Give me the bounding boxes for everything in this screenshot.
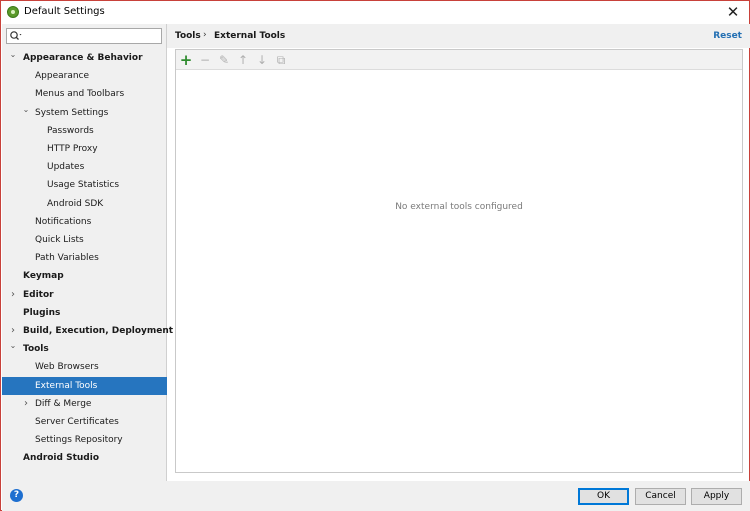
sidebar-item[interactable]: ⌄ System Settings xyxy=(2,104,167,122)
sidebar-item[interactable]: Quick Lists xyxy=(2,231,167,249)
search-input[interactable] xyxy=(6,28,162,44)
sidebar-item-label: Keymap xyxy=(23,271,64,282)
sidebar-item[interactable]: Web Browsers xyxy=(2,358,167,376)
sidebar-item-label: Menus and Toolbars xyxy=(35,89,125,100)
empty-state-text: No external tools configured xyxy=(395,202,523,212)
ok-button[interactable]: OK xyxy=(578,488,629,505)
title-bar: Default Settings ✕ xyxy=(1,1,749,24)
tools-toolbar: + − ✎ ↑ ↓ ⧉ xyxy=(176,50,742,70)
apply-button[interactable]: Apply xyxy=(691,488,742,505)
sidebar-item[interactable]: Updates xyxy=(2,158,167,176)
chevron-down-icon[interactable]: ⌄ xyxy=(21,101,31,119)
sidebar-item[interactable]: Appearance xyxy=(2,67,167,85)
sidebar-item-label: Tools xyxy=(23,344,49,355)
settings-sidebar: ⌄ Appearance & Behavior Appearance Menus an… xyxy=(2,24,173,481)
move-down-icon[interactable]: ↓ xyxy=(254,52,270,68)
add-icon[interactable]: + xyxy=(178,52,194,68)
sidebar-item-label: Plugins xyxy=(23,307,61,318)
sidebar-item-label: External Tools xyxy=(35,380,98,391)
sidebar-item-label: Passwords xyxy=(47,125,94,136)
sidebar-item[interactable]: Android Studio xyxy=(2,449,167,467)
breadcrumb-parent[interactable]: Tools xyxy=(175,31,201,41)
sidebar-item[interactable]: › Diff & Merge xyxy=(2,395,167,413)
sidebar-item[interactable]: › Build, Execution, Deployment xyxy=(2,322,173,340)
sidebar-item-label: Appearance & Behavior xyxy=(23,53,143,63)
dialog-footer: ? OK Cancel Apply xyxy=(2,481,750,511)
sidebar-item[interactable]: Usage Statistics xyxy=(2,176,167,194)
content-header: Tools › External Tools Reset xyxy=(167,24,750,48)
remove-icon[interactable]: − xyxy=(197,52,213,68)
reset-link[interactable]: Reset xyxy=(713,31,742,41)
sidebar-item-label: Updates xyxy=(47,162,85,173)
sidebar-item[interactable]: Settings Repository xyxy=(2,431,167,449)
sidebar-item-label: Editor xyxy=(23,289,54,300)
search-icon xyxy=(10,31,22,40)
breadcrumb-separator: › xyxy=(203,30,207,40)
edit-icon[interactable]: ✎ xyxy=(216,52,232,68)
sidebar-item[interactable]: Plugins xyxy=(2,304,167,322)
move-up-icon[interactable]: ↑ xyxy=(235,52,251,68)
sidebar-item[interactable]: Server Certificates xyxy=(2,413,167,431)
sidebar-item-label: System Settings xyxy=(35,107,109,118)
chevron-down-icon[interactable]: ⌄ xyxy=(8,337,18,355)
sidebar-item-label: Path Variables xyxy=(35,253,99,264)
sidebar-item-label: Web Browsers xyxy=(35,362,99,373)
external-tools-panel: + − ✎ ↑ ↓ ⧉ No external tools configured xyxy=(175,49,743,473)
sidebar-item-label: Settings Repository xyxy=(35,435,123,446)
sidebar-item[interactable]: Path Variables xyxy=(2,249,167,267)
sidebar-item[interactable]: Notifications xyxy=(2,213,167,231)
sidebar-item-label: HTTP Proxy xyxy=(47,144,98,154)
cancel-button[interactable]: Cancel xyxy=(635,488,686,505)
sidebar-item-label: Build, Execution, Deployment xyxy=(23,326,174,336)
sidebar-item-label: Usage Statistics xyxy=(47,180,120,191)
sidebar-item-label: Quick Lists xyxy=(35,235,84,245)
sidebar-item[interactable]: Keymap xyxy=(2,267,167,285)
sidebar-item[interactable]: Passwords xyxy=(2,122,167,140)
copy-icon[interactable]: ⧉ xyxy=(273,52,289,68)
window-title: Default Settings xyxy=(24,6,105,17)
sidebar-item[interactable]: HTTP Proxy xyxy=(2,140,167,158)
chevron-right-icon[interactable]: › xyxy=(8,286,18,304)
chevron-down-icon[interactable]: ⌄ xyxy=(8,46,18,64)
settings-window: Default Settings ✕ ⌄ Appearance & Behavio… xyxy=(0,0,750,511)
sidebar-item-label: Appearance xyxy=(35,71,90,82)
help-icon[interactable]: ? xyxy=(10,489,23,502)
breadcrumb-current: External Tools xyxy=(214,31,286,41)
sidebar-item-label: Android SDK xyxy=(47,198,104,209)
sidebar-item[interactable]: External Tools xyxy=(2,376,167,395)
sidebar-item[interactable]: › Editor xyxy=(2,286,167,304)
sidebar-item[interactable]: ⌄ Appearance & Behavior xyxy=(2,49,167,67)
sidebar-item-label: Diff & Merge xyxy=(35,398,92,409)
android-studio-app-icon xyxy=(7,6,19,18)
close-icon[interactable]: ✕ xyxy=(719,1,747,23)
chevron-right-icon[interactable]: › xyxy=(21,395,31,413)
sidebar-item-label: Server Certificates xyxy=(35,417,119,427)
sidebar-item-label: Notifications xyxy=(35,216,92,227)
sidebar-item[interactable]: ⌄ Tools xyxy=(2,340,167,358)
sidebar-item[interactable]: Android SDK xyxy=(2,195,167,213)
sidebar-item-label: Android Studio xyxy=(23,453,99,464)
